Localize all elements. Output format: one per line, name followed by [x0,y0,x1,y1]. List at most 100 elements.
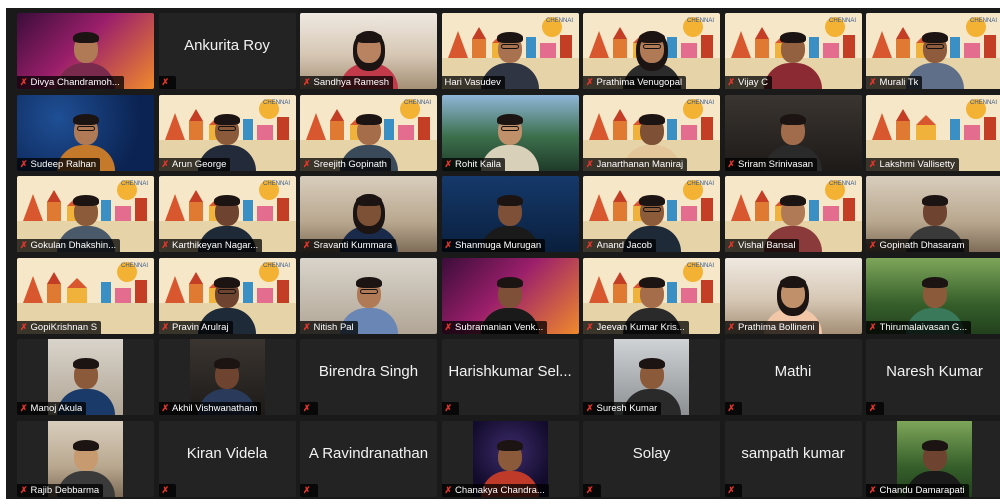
participant-tile[interactable]: ✗ Chandu Damarapati [866,420,1000,497]
muted-mic-icon: ✗ [303,158,311,169]
participant-name-label: ✗ Janarthanan Maniraj [583,157,688,171]
participant-name-label: ✗ Rohit Kaila [441,157,505,171]
participant-tile[interactable]: CHENNAI Hari Vasudev [441,13,579,89]
participant-tile[interactable]: CHENNAI ✗ Prathima Venugopal [583,13,720,89]
hair-shape [921,439,948,451]
participant-name-label: ✗ Anand Jacob [583,239,657,252]
participant-tile[interactable]: ✗ Manoj Akula [17,339,154,415]
participant-tile[interactable]: CHENNAI ✗ GopiKrishnan S [17,257,154,334]
muted-mic-icon: ✗ [869,77,877,87]
participant-tile[interactable]: CHENNAI ✗ Jeevan Kumar Kris... [583,257,720,334]
muted-mic-icon: ✗ [303,403,311,413]
muted-mic-icon: ✗ [161,321,170,332]
participant-tile[interactable]: Naresh Kumar ✗ [866,339,1000,415]
glasses-shape [359,288,378,294]
participant-tile[interactable]: ✗ Sriram Srinivasan [724,94,862,171]
participant-tile[interactable]: ✗ Suresh Kumar [583,339,720,415]
muted-mic-icon: ✗ [727,403,736,413]
body-shape [764,63,822,89]
participant-tile[interactable]: ✗ Shanmuga Murugan [441,176,579,252]
participant-tile[interactable]: Solay ✗ [583,420,720,497]
participant-name-label: ✗ Nitish Pal [300,320,358,334]
muted-mic-icon: ✗ [586,77,594,87]
muted-mic-icon: ✗ [727,158,736,169]
hair-shape [638,195,665,206]
participant-tile[interactable]: Birendra Singh ✗ [300,339,437,415]
participant-name: Sudeep Ralhan [30,158,97,170]
participant-name-label: ✗ Manoj Akula [17,402,87,415]
participant-tile[interactable]: ✗ Gopinath Dhasaram [866,176,1000,252]
participant-name: Rajib Debbarma [30,484,100,496]
participant-name-label: ✗ Sandhya Ramesh [300,76,394,89]
muted-mic-icon: ✗ [303,484,311,495]
participant-name: Akhil Vishwanatham [172,403,258,414]
participant-name: GopiKrishnan S [30,321,98,333]
participant-tile[interactable]: A Ravindranathan ✗ [300,420,437,497]
hair-shape [214,195,240,206]
participant-tile[interactable]: ✗ Sudeep Ralhan [17,94,154,171]
participant-tile[interactable]: Kiran Videla ✗ [158,420,296,497]
participant-tile[interactable]: ✗ Sravanti Kummara [300,176,437,252]
participant-name-label: ✗ Chandu Damarapati [866,483,969,497]
participant-tile[interactable]: CHENNAI ✗ Vijay C [724,13,862,89]
participant-name: Lakshmi Vallisetty [879,158,955,170]
participant-tile[interactable]: CHENNAI ✗ Karthikeyan Nagar... [158,176,296,252]
participant-name-label: ✗ Thirumalaivasan G... [866,320,972,334]
participant-name-label: ✗ [724,402,743,415]
participant-tile[interactable]: ✗ Chanakya Chandra... [441,420,579,497]
hair-shape [497,113,523,125]
participant-tile[interactable]: sampath kumar ✗ [724,420,862,497]
participant-tile[interactable]: ✗ Nitish Pal [300,257,437,334]
participant-name-label: ✗ Gokulan Dhakshin... [17,239,121,252]
participant-name-label: ✗ Murali Tk [866,76,923,89]
hair-shape [497,439,523,451]
participant-tile[interactable]: CHENNAI ✗ Gokulan Dhakshin... [17,176,154,252]
participant-tile[interactable]: Mathi ✗ [724,339,862,415]
participant-name: Prathima Bollineni [738,321,815,333]
participant-tile[interactable]: CHENNAI ✗ Anand Jacob [583,176,720,252]
participant-tile[interactable]: ✗ Rajib Debbarma [17,420,154,497]
participant-name-label: ✗ [724,483,743,497]
participant-tile[interactable]: ✗ Sandhya Ramesh [300,13,437,89]
participant-name-label: ✗ Sriram Srinivasan [724,157,818,171]
muted-mic-icon: ✗ [20,484,28,495]
hair-shape [638,32,665,43]
glasses-shape [925,44,944,49]
glasses-shape [218,125,236,131]
participant-name: Nitish Pal [313,321,354,333]
participant-tile[interactable]: ✗ Akhil Vishwanatham [158,339,296,415]
participant-name-label: ✗ Shanmuga Murugan [441,239,546,252]
participant-tile[interactable]: CHENNAI ✗ Vishal Bansal [724,176,862,252]
participant-name-label: ✗ [300,483,318,497]
participant-tile[interactable]: CHENNAI ✗ Sreejith Gopinath [300,94,437,171]
participant-name: Chandu Damarapati [879,484,965,496]
participant-tile[interactable]: CHENNAI ✗ Arun George [158,94,296,171]
participant-tile[interactable]: ✗ Prathima Bollineni [724,257,862,334]
participant-tile[interactable]: Harishkumar Sel... ✗ [441,339,579,415]
muted-mic-icon: ✗ [727,77,736,87]
participant-tile[interactable]: ✗ Subramanian Venk... [441,257,579,334]
participant-tile[interactable]: Ankurita Roy ✗ [158,13,296,89]
participant-name-label: ✗ Sravanti Kummara [300,239,397,252]
hair-shape [921,32,948,43]
participant-tile[interactable]: ✗ Thirumalaivasan G... [866,257,1000,334]
participant-tile[interactable]: ✗ Rohit Kaila [441,94,579,171]
participant-tile[interactable]: CHENNAI ✗ Murali Tk [866,13,1000,89]
participant-tile[interactable]: CHENNAI ✗ Lakshmi Vallisetty [866,94,1000,171]
participant-name: Vishal Bansal [738,240,796,251]
participant-tile[interactable]: CHENNAI ✗ Janarthanan Maniraj [583,94,720,171]
participant-name-label: ✗ Akhil Vishwanatham [158,402,262,415]
participant-tile[interactable]: ✗ Divya Chandramoh... [17,13,154,89]
participant-name: Karthikeyan Nagar... [172,240,259,251]
hair-shape [355,195,382,206]
participant-name-label: ✗ Sreejith Gopinath [300,157,391,171]
muted-mic-icon: ✗ [586,321,594,332]
participant-name-label: ✗ Vishal Bansal [724,239,800,252]
glasses-shape [501,125,519,131]
participant-tile[interactable]: CHENNAI ✗ Pravin Arulraj [158,257,296,334]
participant-name-label: ✗ [441,402,460,415]
participant-name: Thirumalaivasan G... [879,321,968,333]
muted-mic-icon: ✗ [869,240,877,250]
participant-name: Sriram Srinivasan [738,158,814,170]
participant-name: Anand Jacob [596,240,653,251]
